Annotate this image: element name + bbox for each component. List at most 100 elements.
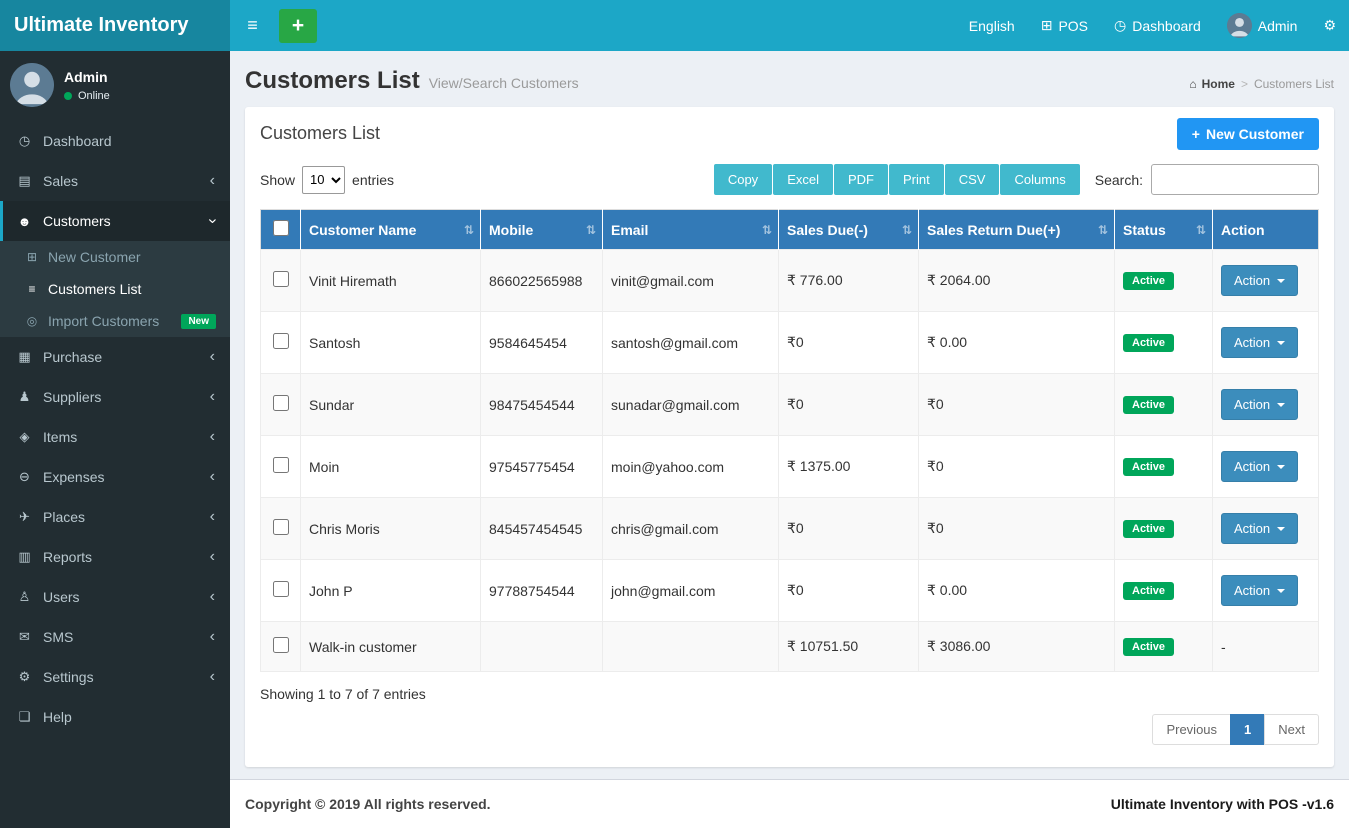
gears-icon: ⚙ (1323, 17, 1336, 33)
sidebar-item-expenses[interactable]: ⊖ Expenses ‹ (0, 457, 230, 497)
brand-logo[interactable]: Ultimate Inventory (0, 0, 230, 51)
column-header-customer-name[interactable]: Customer Name ⇅ (300, 209, 481, 250)
column-header-status[interactable]: Status ⇅ (1114, 209, 1213, 250)
sidebar-item-settings[interactable]: ⚙ Settings ‹ (0, 657, 230, 697)
sidebar-item-customers[interactable]: ☻ Customers ‹ (0, 201, 230, 241)
sidebar-item-purchase[interactable]: ▦ Purchase ‹ (0, 337, 230, 377)
table-footer: Showing 1 to 7 of 7 entries Previous 1 N… (245, 672, 1334, 745)
caret-down-icon (1277, 464, 1286, 469)
action-button[interactable]: Action (1221, 327, 1299, 358)
action-button[interactable]: Action (1221, 265, 1299, 296)
row-checkbox[interactable] (272, 581, 289, 597)
csv-button[interactable]: CSV (944, 164, 1000, 195)
customer-name: John P (309, 582, 353, 599)
page-length-select[interactable]: 10 (302, 165, 346, 194)
column-header-action: Action (1212, 209, 1319, 250)
sidebar-item-users[interactable]: ♙ Users ‹ (0, 577, 230, 617)
row-checkbox[interactable] (272, 637, 289, 653)
chevron-left-icon: ‹ (209, 428, 215, 445)
column-header-sales-return-due[interactable]: Sales Return Due(+) ⇅ (918, 209, 1115, 250)
customer-mobile: 9584645454 (489, 334, 567, 351)
caret-down-icon (1277, 340, 1286, 345)
action-button[interactable]: Action (1221, 513, 1299, 544)
action-button[interactable]: Action (1221, 575, 1299, 606)
export-button-group: Copy Excel PDF Print CSV Columns (713, 164, 1081, 195)
table-header-row: Customer Name ⇅ Mobile ⇅ Email ⇅ Sales Due(… (260, 209, 1319, 250)
search-input[interactable] (1151, 164, 1319, 195)
pdf-button[interactable]: PDF (833, 164, 888, 195)
settings-menu[interactable]: ⚙ (1310, 0, 1349, 51)
sales-due-value: ₹0 (787, 582, 804, 598)
breadcrumb-home-link[interactable]: ⌂ Home (1189, 77, 1235, 91)
sidebar-item-places[interactable]: ✈ Places ‹ (0, 497, 230, 537)
row-checkbox[interactable] (272, 333, 289, 349)
columns-button[interactable]: Columns (1000, 164, 1080, 195)
sidebar-item-sms[interactable]: ✉ SMS ‹ (0, 617, 230, 657)
submenu-item-import-customers[interactable]: ◎ Import Customers New (0, 305, 230, 337)
next-page-button[interactable]: Next (1264, 714, 1319, 745)
previous-page-button[interactable]: Previous (1152, 714, 1232, 745)
excel-button[interactable]: Excel (773, 164, 833, 195)
sidebar-item-reports[interactable]: ▥ Reports ‹ (0, 537, 230, 577)
page-1-button[interactable]: 1 (1230, 714, 1266, 745)
customer-name: Santosh (309, 334, 361, 351)
action-button[interactable]: Action (1221, 451, 1299, 482)
chevron-left-icon: ‹ (209, 388, 215, 405)
quick-add-button[interactable]: + (279, 8, 317, 43)
panel-header: Customers List + New Customer (245, 107, 1334, 154)
submenu-item-new-customer[interactable]: ⊞ New Customer (0, 241, 230, 273)
reports-icon: ▥ (18, 549, 31, 564)
column-header-sales-due[interactable]: Sales Due(-) ⇅ (778, 209, 919, 250)
sidebar-item-help[interactable]: ❏ Help (0, 697, 230, 737)
pos-link[interactable]: ⊞ POS (1028, 0, 1101, 51)
row-checkbox[interactable] (272, 395, 289, 411)
action-button[interactable]: Action (1221, 389, 1299, 420)
select-all-header[interactable] (260, 209, 301, 250)
customer-email: moin@yahoo.com (611, 458, 725, 475)
sales-return-due-value: ₹ 0.00 (927, 582, 968, 598)
action-label: Action (1234, 583, 1271, 598)
select-all-checkbox[interactable] (272, 220, 289, 236)
breadcrumb: ⌂ Home > Customers List (1189, 77, 1334, 91)
new-badge: New (181, 313, 216, 329)
submenu-item-customers-list[interactable]: ≡ Customers List (0, 273, 230, 305)
print-button[interactable]: Print (888, 164, 944, 195)
copyright-text: Copyright © 2019 All rights reserved. (245, 796, 491, 812)
status-badge: Active (1123, 638, 1175, 656)
dashboard-icon: ◷ (1114, 17, 1127, 33)
row-checkbox[interactable] (272, 519, 289, 535)
language-label: English (968, 17, 1015, 34)
sort-icon: ⇅ (1097, 222, 1108, 237)
sort-icon: ⇅ (901, 222, 912, 237)
user-menu[interactable]: Admin (1214, 0, 1311, 51)
caret-down-icon (1277, 278, 1286, 283)
sidebar-item-label: Suppliers (43, 389, 102, 405)
column-header-mobile[interactable]: Mobile ⇅ (480, 209, 603, 250)
topbar-right: English ⊞ POS ◷ Dashboard Admin ⚙ (956, 0, 1349, 51)
items-icon: ◈ (19, 429, 30, 444)
main-area: Customers List View/Search Customers ⌂ H… (230, 0, 1349, 828)
status-badge: Active (1123, 272, 1175, 290)
dashboard-link[interactable]: ◷ Dashboard (1101, 0, 1214, 51)
sales-return-due-value: ₹0 (927, 520, 944, 536)
copy-button[interactable]: Copy (713, 164, 773, 195)
sidebar-item-sales[interactable]: ▤ Sales ‹ (0, 161, 230, 201)
sidebar-item-items[interactable]: ◈ Items ‹ (0, 417, 230, 457)
entries-label: entries (352, 171, 395, 188)
user-panel: Admin Online (0, 51, 230, 121)
sidebar-item-suppliers[interactable]: ♟ Suppliers ‹ (0, 377, 230, 417)
sidebar-item-dashboard[interactable]: ◷ Dashboard (0, 121, 230, 161)
sort-icon: ⇅ (1195, 222, 1206, 237)
customer-name: Sundar (309, 396, 355, 413)
new-customer-label: New Customer (1205, 126, 1304, 142)
column-header-email[interactable]: Email ⇅ (602, 209, 779, 250)
sidebar-toggle-button[interactable]: ≡ (230, 0, 275, 51)
sales-return-due-value: ₹0 (927, 458, 944, 474)
status-badge: Active (1123, 520, 1175, 538)
row-checkbox[interactable] (272, 271, 289, 287)
sales-due-value: ₹0 (787, 396, 804, 412)
language-menu[interactable]: English (956, 0, 1028, 51)
new-customer-button[interactable]: + New Customer (1176, 118, 1319, 150)
sidebar-item-label: SMS (43, 629, 74, 645)
row-checkbox[interactable] (272, 457, 289, 473)
